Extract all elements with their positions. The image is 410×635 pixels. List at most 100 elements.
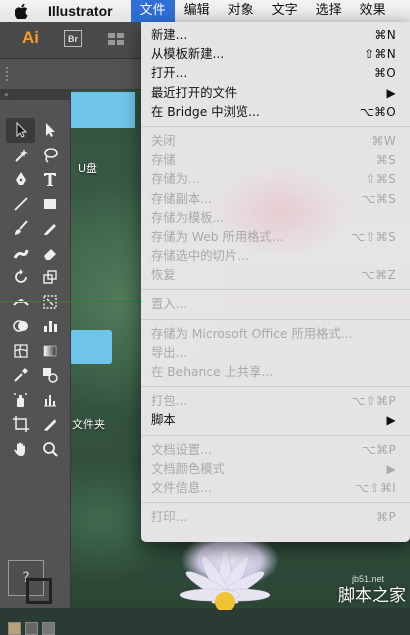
column-graph-tool-icon[interactable]	[35, 388, 64, 413]
tools-panel: « ?	[0, 90, 71, 635]
apple-menu-icon[interactable]	[12, 3, 30, 19]
illustrator-logo: Ai	[22, 28, 39, 47]
eraser-tool-icon[interactable]	[35, 241, 64, 266]
direct-selection-tool-icon[interactable]	[35, 118, 64, 143]
zoom-tool-icon[interactable]	[35, 437, 64, 462]
file-menu-item: 存储为 Web 所用格式... ⌥⇧⌘S	[141, 228, 410, 247]
file-menu-item: 打包... ⌥⇧⌘P	[141, 392, 410, 411]
file-menu-item: 存储选中的切片...	[141, 247, 410, 266]
menu-item-shortcut: ⌥⌘O	[359, 104, 396, 119]
menu-item-label: 存储副本...	[151, 191, 212, 206]
menu-separator	[141, 318, 410, 320]
menu-bar: Illustrator 文件 编辑 对象 文字 选择 效果	[0, 0, 410, 23]
menu-type[interactable]: 文字	[263, 0, 307, 22]
submenu-arrow-icon: ▶	[386, 461, 396, 476]
usb-drive-label: U盘	[78, 162, 98, 175]
hand-tool-icon[interactable]	[6, 437, 35, 462]
menu-item-label: 置入...	[151, 297, 188, 312]
menu-item-label: 文档颜色模式	[151, 461, 225, 476]
paintbrush-tool-icon[interactable]	[6, 216, 35, 241]
file-menu-item[interactable]: 在 Bridge 中浏览... ⌥⌘O	[141, 103, 410, 122]
file-menu-item: 在 Behance 上共享...	[141, 363, 410, 382]
menu-item-label: 存储为 Web 所用格式...	[151, 229, 284, 244]
shape-builder-tool-icon[interactable]	[6, 314, 35, 339]
folder-label: 文件夹	[72, 418, 105, 431]
menu-item-label: 存储选中的切片...	[151, 249, 249, 264]
menu-separator	[141, 386, 410, 388]
menu-item-shortcut: ⌥⇧⌘S	[351, 229, 396, 244]
menu-item-shortcut: ⌥⌘S	[361, 191, 396, 206]
type-tool-icon[interactable]	[35, 167, 64, 192]
menu-item-label: 存储为 Microsoft Office 所用格式...	[151, 326, 353, 341]
menu-item-label: 关闭	[151, 133, 176, 148]
pencil-tool-icon[interactable]	[35, 216, 64, 241]
folder-icon[interactable]	[70, 330, 112, 364]
menu-item-label: 存储	[151, 153, 176, 168]
menu-item-shortcut: ⌥⌘Z	[361, 268, 396, 283]
stroke-color-swatch[interactable]	[26, 578, 52, 604]
menu-edit[interactable]: 编辑	[175, 0, 219, 22]
daisy-flower-image	[179, 549, 271, 610]
menu-separator	[141, 502, 410, 504]
file-menu-item: 文档设置... ⌥⌘P	[141, 441, 410, 460]
gradient-tool-icon[interactable]	[35, 339, 64, 364]
control-bar-grip-icon[interactable]	[6, 67, 10, 81]
eyedropper-tool-icon[interactable]	[6, 363, 35, 388]
menu-effect[interactable]: 效果	[351, 0, 395, 22]
menu-item-label: 从模板新建...	[151, 47, 225, 62]
draw-normal-icon[interactable]	[8, 622, 21, 635]
menu-item-label: 打开...	[151, 66, 188, 81]
file-menu-item: 存储副本... ⌥⌘S	[141, 190, 410, 209]
file-menu-item: 关闭 ⌘W	[141, 132, 410, 151]
file-menu-item[interactable]: 最近打开的文件 ▶	[141, 84, 410, 103]
menu-separator	[141, 289, 410, 291]
usb-drive-icon[interactable]	[70, 92, 135, 128]
tools-collapse-button[interactable]: «	[0, 90, 70, 100]
graph-tool-icon[interactable]	[35, 314, 64, 339]
draw-inside-icon[interactable]	[42, 622, 55, 635]
bridge-button[interactable]: Br	[64, 30, 82, 47]
slice-tool-icon[interactable]	[35, 412, 64, 437]
menu-item-shortcut: ⌘N	[374, 28, 396, 42]
draw-behind-icon[interactable]	[25, 622, 38, 635]
workspace-grid-icon[interactable]	[108, 33, 124, 45]
submenu-arrow-icon: ▶	[386, 85, 396, 100]
line-tool-icon[interactable]	[6, 192, 35, 217]
symbol-sprayer-tool-icon[interactable]	[6, 388, 35, 413]
blend-tool-icon[interactable]	[35, 363, 64, 388]
menu-item-label: 打印...	[151, 510, 188, 525]
file-menu-item[interactable]: 从模板新建... ⇧⌘N	[141, 45, 410, 64]
pen-tool-icon[interactable]	[6, 167, 35, 192]
file-menu-item[interactable]: 打开... ⌘O	[141, 64, 410, 83]
mesh-tool-icon[interactable]	[6, 339, 35, 364]
rectangle-tool-icon[interactable]	[35, 192, 64, 217]
menu-item-shortcut: ⌥⌘P	[362, 442, 396, 457]
submenu-arrow-icon: ▶	[386, 413, 396, 428]
file-menu-item: 存储为模板...	[141, 209, 410, 228]
artboard-tool-icon[interactable]	[6, 412, 35, 437]
file-menu-item[interactable]: 脚本 ▶	[141, 411, 410, 430]
menu-item-label: 存储为模板...	[151, 210, 225, 225]
file-menu-item: 导出...	[141, 344, 410, 363]
menu-object[interactable]: 对象	[219, 0, 263, 22]
file-menu-item[interactable]: 新建... ⌘N	[141, 26, 410, 45]
rotate-tool-icon[interactable]	[6, 265, 35, 290]
scale-tool-icon[interactable]	[35, 265, 64, 290]
menu-item-shortcut: ⇧⌘S	[365, 172, 396, 187]
watermark-text: 脚本之家	[338, 586, 406, 606]
menu-file[interactable]: 文件	[130, 0, 175, 22]
app-name-menu[interactable]: Illustrator	[48, 3, 113, 19]
menu-item-label: 新建...	[151, 28, 188, 42]
menu-item-shortcut: ⌘S	[375, 153, 396, 168]
lasso-tool-icon[interactable]	[35, 143, 64, 168]
menu-item-label: 在 Bridge 中浏览...	[151, 104, 260, 119]
menu-item-label: 在 Behance 上共享...	[151, 365, 274, 379]
magic-wand-tool-icon[interactable]	[6, 143, 35, 168]
menu-item-label: 打包...	[151, 394, 188, 409]
menu-select[interactable]: 选择	[307, 0, 351, 22]
selection-tool-icon[interactable]	[6, 118, 35, 143]
file-menu-item: 打印... ⌘P	[141, 508, 410, 527]
file-menu-item: 存储 ⌘S	[141, 151, 410, 170]
blob-brush-tool-icon[interactable]	[6, 241, 35, 266]
menu-item-shortcut: ⌘P	[376, 510, 396, 525]
